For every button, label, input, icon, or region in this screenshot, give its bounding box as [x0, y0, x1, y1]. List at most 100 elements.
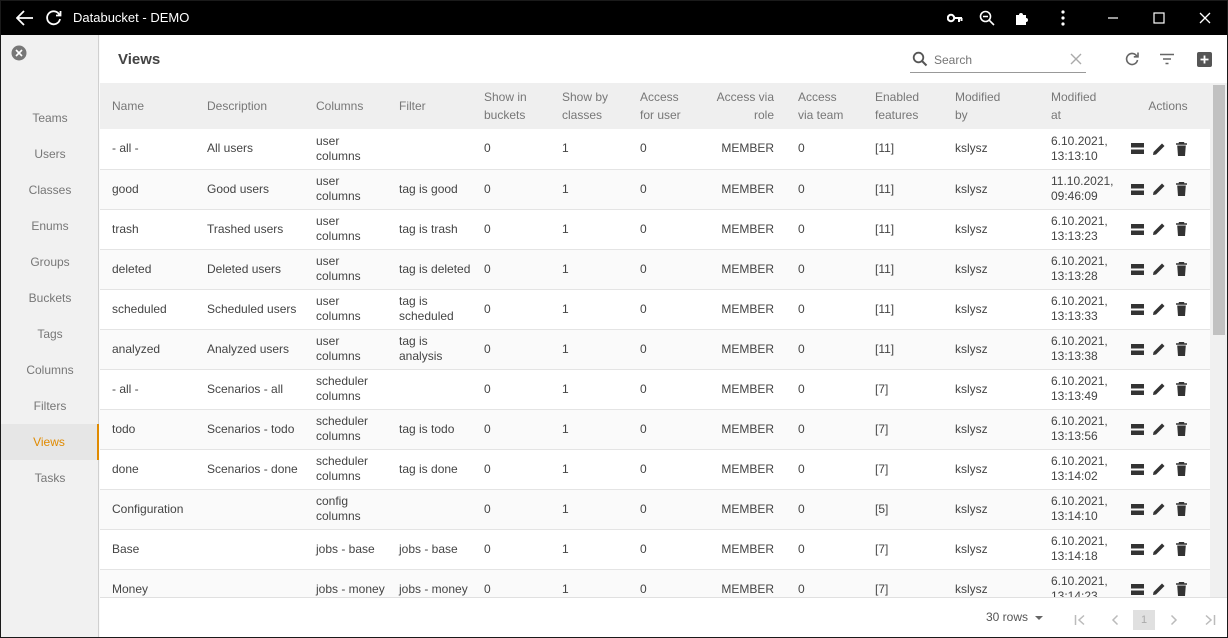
- close-drawer-icon[interactable]: [11, 45, 27, 61]
- edit-icon[interactable]: [1148, 379, 1170, 399]
- view-rows-icon[interactable]: [1126, 579, 1148, 597]
- column-header[interactable]: Columns: [304, 83, 387, 129]
- delete-icon[interactable]: [1170, 219, 1192, 239]
- view-rows-icon[interactable]: [1126, 179, 1148, 199]
- column-header[interactable]: Show by classes: [550, 83, 628, 129]
- modified-at: 6.10.2021, 13:13:28: [1051, 254, 1108, 283]
- back-arrow-icon[interactable]: [10, 1, 40, 35]
- column-header[interactable]: Filter: [387, 83, 472, 129]
- column-header[interactable]: Access via role: [705, 83, 786, 129]
- table-row[interactable]: Money jobs - money jobs - money 0 1 0 MEMBER 0 […: [100, 569, 1210, 597]
- delete-icon[interactable]: [1170, 139, 1192, 159]
- table-row[interactable]: deleted Deleted users user columns tag is d…: [100, 249, 1210, 289]
- view-rows-icon[interactable]: [1126, 539, 1148, 559]
- filter-icon[interactable]: [1157, 49, 1177, 69]
- column-header[interactable]: Modified at: [1039, 83, 1126, 129]
- edit-icon[interactable]: [1148, 299, 1170, 319]
- modified-at: 6.10.2021, 13:13:38: [1051, 334, 1108, 363]
- sidebar-item-buckets[interactable]: Buckets: [1, 280, 99, 316]
- previous-page-icon[interactable]: [1104, 610, 1126, 630]
- edit-icon[interactable]: [1148, 259, 1170, 279]
- view-description: Good users: [207, 181, 270, 196]
- edit-icon[interactable]: [1148, 499, 1170, 519]
- delete-icon[interactable]: [1170, 419, 1192, 439]
- column-header[interactable]: Enabled features: [863, 83, 943, 129]
- minimize-icon[interactable]: [1098, 1, 1128, 35]
- table-row[interactable]: good Good users user columns tag is good 0 1 0…: [100, 169, 1210, 209]
- maximize-icon[interactable]: [1144, 1, 1174, 35]
- view-rows-icon[interactable]: [1126, 219, 1148, 239]
- sidebar-item-tasks[interactable]: Tasks: [1, 460, 99, 496]
- clear-search-icon[interactable]: [1070, 53, 1082, 68]
- table-row[interactable]: done Scenarios - done scheduler columns tag…: [100, 449, 1210, 489]
- column-header[interactable]: Access via team: [786, 83, 863, 129]
- table-row[interactable]: todo Scenarios - todo scheduler columns tag…: [100, 409, 1210, 449]
- zoom-out-icon[interactable]: [972, 1, 1002, 35]
- sidebar-item-classes[interactable]: Classes: [1, 172, 99, 208]
- delete-icon[interactable]: [1170, 379, 1192, 399]
- refresh-icon[interactable]: [39, 1, 69, 35]
- refresh-icon[interactable]: [1122, 49, 1142, 69]
- view-rows-icon[interactable]: [1126, 339, 1148, 359]
- table-row[interactable]: Configuration config columns 0 1 0 MEMBER 0 [5]…: [100, 489, 1210, 529]
- sidebar-item-filters[interactable]: Filters: [1, 388, 99, 424]
- delete-icon[interactable]: [1170, 339, 1192, 359]
- last-page-icon[interactable]: [1199, 610, 1221, 630]
- table-row[interactable]: - all - All users user columns 0 1 0 MEMBER 0 [1…: [100, 129, 1210, 169]
- delete-icon[interactable]: [1170, 459, 1192, 479]
- add-box-icon[interactable]: [1194, 49, 1214, 69]
- sidebar-item-groups[interactable]: Groups: [1, 244, 99, 280]
- table-row[interactable]: Base jobs - base jobs - base 0 1 0 MEMBER 0 [7] k…: [100, 529, 1210, 569]
- access-for-user: 0: [640, 181, 647, 196]
- current-page-button[interactable]: 1: [1133, 610, 1155, 630]
- first-page-icon[interactable]: [1069, 610, 1091, 630]
- column-header[interactable]: Actions: [1126, 83, 1210, 129]
- edit-icon[interactable]: [1148, 219, 1170, 239]
- next-page-icon[interactable]: [1163, 610, 1185, 630]
- scrollbar-thumb[interactable]: [1213, 85, 1225, 335]
- sidebar-item-enums[interactable]: Enums: [1, 208, 99, 244]
- more-vert-icon[interactable]: [1048, 1, 1078, 35]
- table-row[interactable]: trash Trashed users user columns tag is tra…: [100, 209, 1210, 249]
- edit-icon[interactable]: [1148, 459, 1170, 479]
- edit-icon[interactable]: [1148, 579, 1170, 597]
- sidebar-item-users[interactable]: Users: [1, 136, 99, 172]
- puzzle-icon[interactable]: [1007, 1, 1037, 35]
- edit-icon[interactable]: [1148, 539, 1170, 559]
- column-header[interactable]: Modified by: [943, 83, 1039, 129]
- sidebar-item-tags[interactable]: Tags: [1, 316, 99, 352]
- search-box[interactable]: [910, 47, 1086, 73]
- edit-icon[interactable]: [1148, 339, 1170, 359]
- view-rows-icon[interactable]: [1126, 379, 1148, 399]
- sidebar-item-columns[interactable]: Columns: [1, 352, 99, 388]
- delete-icon[interactable]: [1170, 539, 1192, 559]
- delete-icon[interactable]: [1170, 499, 1192, 519]
- column-header[interactable]: Description: [195, 83, 304, 129]
- view-rows-icon[interactable]: [1126, 299, 1148, 319]
- edit-icon[interactable]: [1148, 179, 1170, 199]
- close-icon[interactable]: [1190, 1, 1220, 35]
- view-rows-icon[interactable]: [1126, 459, 1148, 479]
- delete-icon[interactable]: [1170, 179, 1192, 199]
- edit-icon[interactable]: [1148, 419, 1170, 439]
- vertical-scrollbar[interactable]: [1210, 83, 1227, 597]
- column-header[interactable]: Access for user: [628, 83, 705, 129]
- view-rows-icon[interactable]: [1126, 499, 1148, 519]
- sidebar-item-teams[interactable]: Teams: [1, 100, 99, 136]
- key-icon[interactable]: [940, 1, 970, 35]
- rows-per-page-select[interactable]: 30 rows: [986, 610, 1044, 624]
- view-rows-icon[interactable]: [1126, 259, 1148, 279]
- column-header[interactable]: Name: [100, 83, 195, 129]
- delete-icon[interactable]: [1170, 259, 1192, 279]
- sidebar-item-views[interactable]: Views: [1, 424, 99, 460]
- table-row[interactable]: scheduled Scheduled users user columns tag …: [100, 289, 1210, 329]
- edit-icon[interactable]: [1148, 139, 1170, 159]
- search-input[interactable]: [934, 51, 1064, 69]
- delete-icon[interactable]: [1170, 579, 1192, 597]
- table-row[interactable]: analyzed Analyzed users user columns tag is…: [100, 329, 1210, 369]
- delete-icon[interactable]: [1170, 299, 1192, 319]
- table-row[interactable]: - all - Scenarios - all scheduler columns 0…: [100, 369, 1210, 409]
- view-rows-icon[interactable]: [1126, 419, 1148, 439]
- view-rows-icon[interactable]: [1126, 139, 1148, 159]
- column-header[interactable]: Show in buckets: [472, 83, 550, 129]
